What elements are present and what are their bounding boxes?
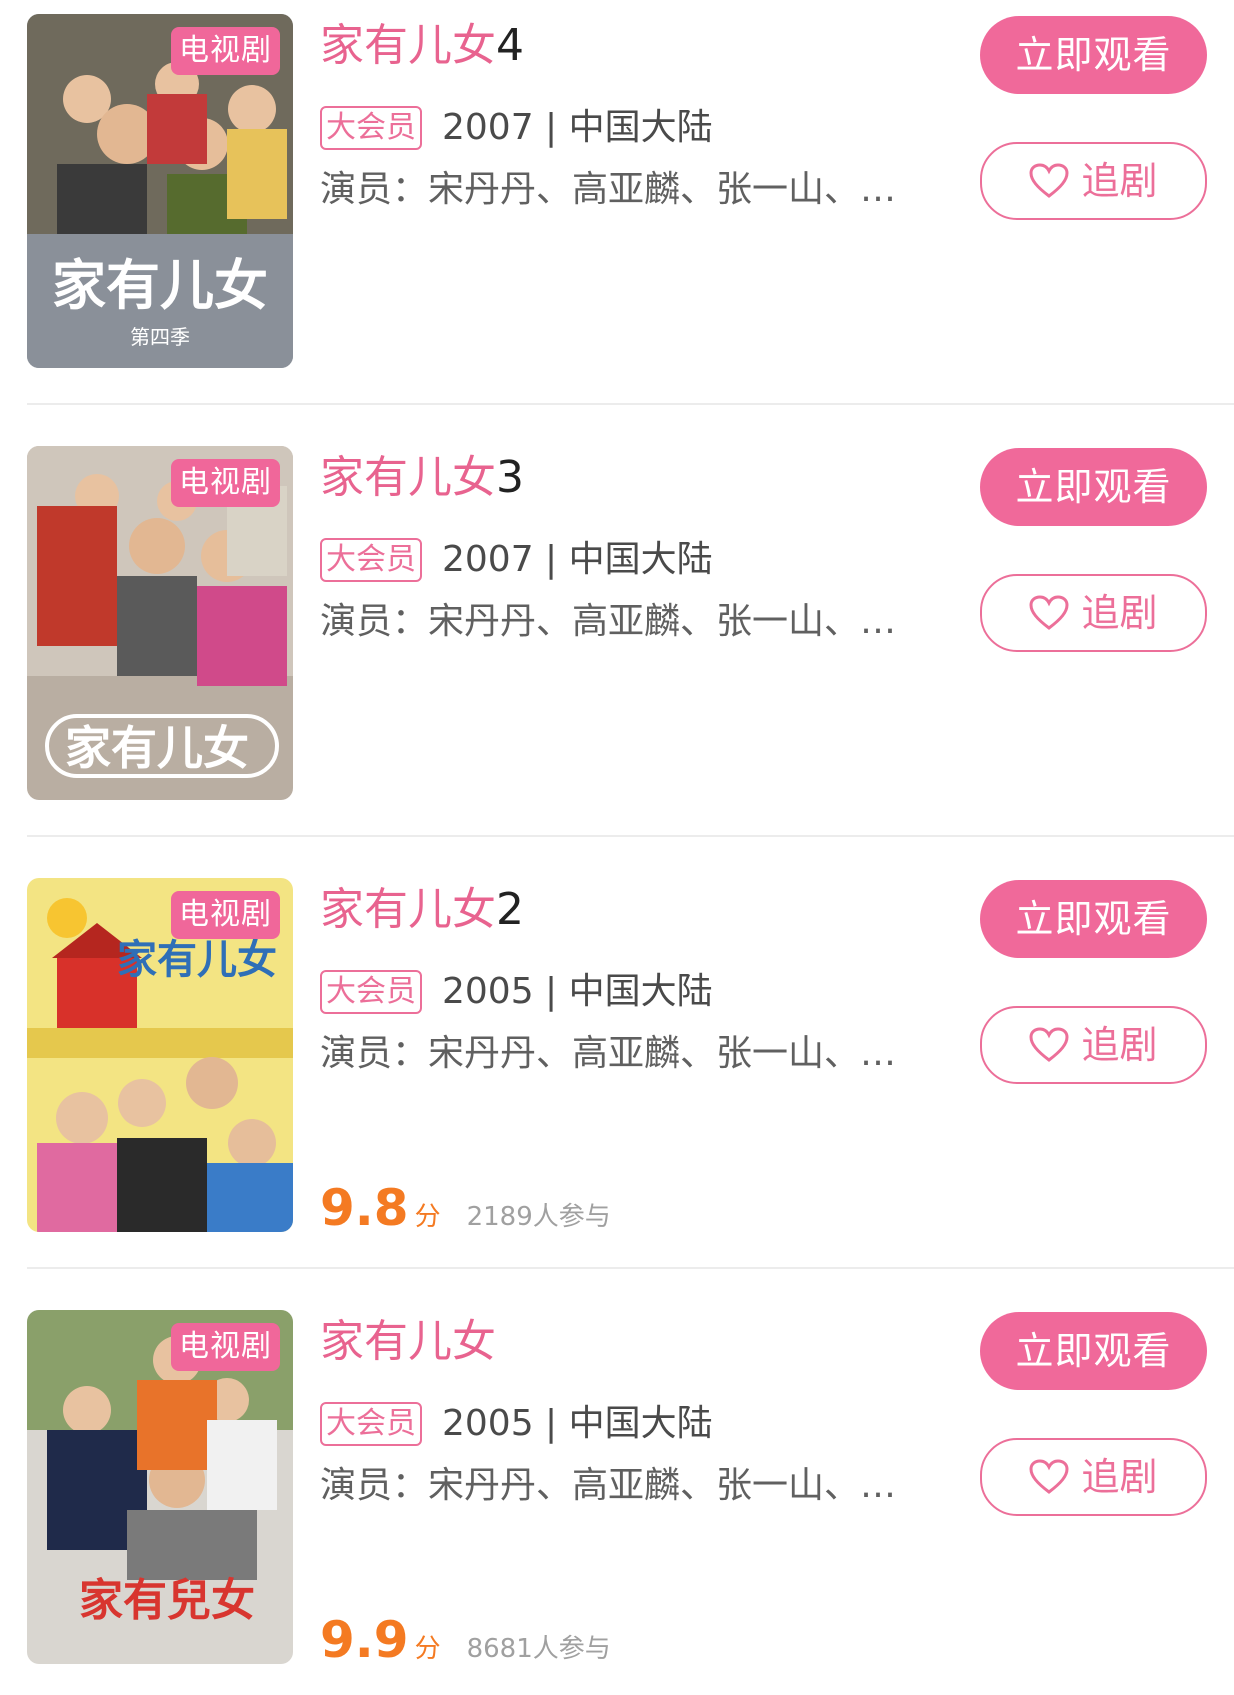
watch-now-button[interactable]: 立即观看 [980, 880, 1207, 958]
year-region: 2007 | 中国大陆 [442, 107, 713, 148]
item-title[interactable]: 家有儿女3 [320, 450, 524, 506]
cast-list: 演员：宋丹丹、高亚麟、张一山、… [320, 1465, 897, 1506]
follow-button[interactable]: 追剧 [980, 574, 1207, 652]
item-meta: 大会员 2005 | 中国大陆 [320, 966, 713, 1018]
follow-button[interactable]: 追剧 [980, 1006, 1207, 1084]
heart-icon [1029, 595, 1069, 630]
cast-list: 演员：宋丹丹、高亚麟、张一山、… [320, 1033, 897, 1074]
cast-list: 演员：宋丹丹、高亚麟、张一山、… [320, 601, 897, 642]
title-main: 家有儿女 [320, 884, 496, 935]
rating: 9.8 分 2189人参与 [320, 1178, 611, 1238]
score: 9.8 [320, 1179, 409, 1237]
item-meta: 大会员 2005 | 中国大陆 [320, 1398, 713, 1450]
participants: 8681人参与 [466, 1634, 611, 1664]
follow-label: 追剧 [1081, 591, 1158, 635]
list-item[interactable]: 家有儿女 电视剧 家有儿女3 大会员 2007 | 中国大陆 演员：宋丹丹、高亚… [0, 446, 1234, 878]
score-unit: 分 [414, 1634, 441, 1664]
poster-image[interactable]: 家有儿女 电视剧 [27, 878, 293, 1232]
rating: 9.9 分 8681人参与 [320, 1610, 611, 1670]
watch-now-button[interactable]: 立即观看 [980, 16, 1207, 94]
divider [27, 403, 1234, 405]
heart-icon [1029, 163, 1069, 198]
item-title[interactable]: 家有儿女 [320, 1314, 496, 1370]
title-suffix: 2 [496, 884, 524, 935]
score: 9.9 [320, 1611, 409, 1669]
list-item[interactable]: 家有儿女 电视剧 家有儿女2 大会员 2005 | 中国大陆 演员：宋丹丹、高亚… [0, 878, 1234, 1310]
list-item[interactable]: 家有兒女 电视剧 家有儿女 大会员 2005 | 中国大陆 演员：宋丹丹、高亚麟… [0, 1310, 1234, 1695]
item-meta: 大会员 2007 | 中国大陆 [320, 102, 713, 154]
watch-now-button[interactable]: 立即观看 [980, 1312, 1207, 1390]
type-badge: 电视剧 [171, 1323, 280, 1371]
cast-list: 演员：宋丹丹、高亚麟、张一山、… [320, 169, 897, 210]
follow-button[interactable]: 追剧 [980, 1438, 1207, 1516]
vip-badge: 大会员 [320, 106, 422, 150]
poster-title: 家有儿女 [117, 937, 277, 983]
follow-label: 追剧 [1081, 159, 1158, 203]
poster-title: 家有儿女 [65, 721, 249, 775]
poster-subtitle: 第四季 [130, 325, 190, 349]
heart-icon [1029, 1027, 1069, 1062]
watch-now-button[interactable]: 立即观看 [980, 448, 1207, 526]
poster-image[interactable]: 家有兒女 电视剧 [27, 1310, 293, 1664]
follow-label: 追剧 [1081, 1023, 1158, 1067]
title-main: 家有儿女 [320, 452, 496, 503]
type-badge: 电视剧 [171, 891, 280, 939]
follow-label: 追剧 [1081, 1455, 1158, 1499]
result-list: 家有儿女 第四季 电视剧 家有儿女4 大会员 2007 | 中国大陆 演员：宋丹… [0, 0, 1234, 1695]
poster-title: 家有儿女 [52, 253, 268, 317]
poster-image[interactable]: 家有儿女 第四季 电视剧 [27, 14, 293, 368]
type-badge: 电视剧 [171, 27, 280, 75]
divider [27, 1267, 1234, 1269]
item-title[interactable]: 家有儿女2 [320, 882, 524, 938]
title-suffix: 3 [496, 452, 524, 503]
score-unit: 分 [414, 1202, 441, 1232]
year-region: 2005 | 中国大陆 [442, 971, 713, 1012]
vip-badge: 大会员 [320, 970, 422, 1014]
list-item[interactable]: 家有儿女 第四季 电视剧 家有儿女4 大会员 2007 | 中国大陆 演员：宋丹… [0, 14, 1234, 446]
poster-image[interactable]: 家有儿女 电视剧 [27, 446, 293, 800]
participants: 2189人参与 [466, 1202, 611, 1232]
poster-title: 家有兒女 [79, 1575, 255, 1626]
item-title[interactable]: 家有儿女4 [320, 18, 524, 74]
heart-icon [1029, 1459, 1069, 1494]
title-suffix: 4 [496, 20, 524, 71]
year-region: 2005 | 中国大陆 [442, 1403, 713, 1444]
title-main: 家有儿女 [320, 20, 496, 71]
type-badge: 电视剧 [171, 459, 280, 507]
title-main: 家有儿女 [320, 1316, 496, 1367]
year-region: 2007 | 中国大陆 [442, 539, 713, 580]
divider [27, 835, 1234, 837]
vip-badge: 大会员 [320, 1402, 422, 1446]
vip-badge: 大会员 [320, 538, 422, 582]
follow-button[interactable]: 追剧 [980, 142, 1207, 220]
item-meta: 大会员 2007 | 中国大陆 [320, 534, 713, 586]
